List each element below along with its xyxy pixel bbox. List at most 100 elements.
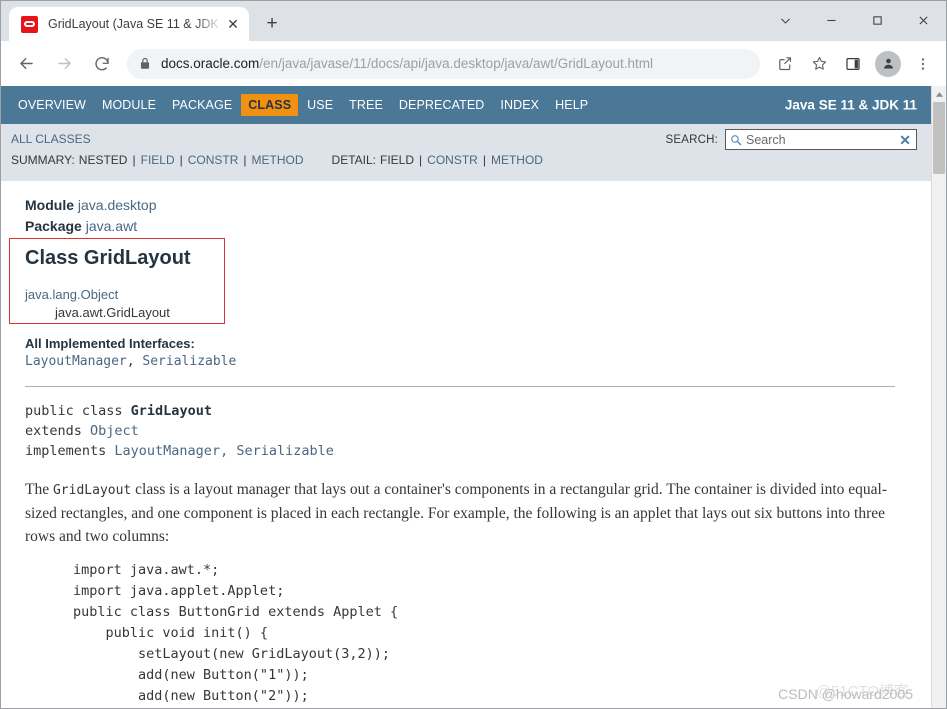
tab-close-icon[interactable]: ✕ [223, 14, 243, 34]
code-example: import java.awt.*; import java.applet.Ap… [73, 562, 399, 704]
javadoc-sub-navbar: ALL CLASSES SUMMARY: NESTED | FIELD | CO… [1, 124, 931, 181]
page-vertical-scrollbar[interactable] [931, 86, 946, 708]
reload-icon[interactable] [86, 48, 118, 80]
javadoc-top-navbar: OVERVIEW MODULE PACKAGE CLASS USE TREE D… [1, 86, 931, 124]
address-bar-url: docs.oracle.com/en/java/javase/11/docs/a… [161, 56, 653, 71]
module-link[interactable]: java.desktop [78, 197, 157, 213]
page-viewport: OVERVIEW MODULE PACKAGE CLASS USE TREE D… [1, 86, 946, 708]
new-tab-button[interactable]: + [258, 10, 286, 38]
share-icon[interactable] [770, 49, 800, 79]
detail-label: DETAIL: [331, 153, 377, 167]
description-part-2: class is a layout manager that lays out … [25, 481, 888, 545]
divider [25, 386, 895, 387]
avatar-icon[interactable] [875, 50, 901, 77]
search-input-placeholder: Search [746, 132, 786, 147]
signature-line-2: extends Object [25, 421, 909, 441]
summary-item-field[interactable]: FIELD [141, 153, 175, 167]
summary-item-nested: NESTED [78, 153, 128, 167]
search-input[interactable]: Search ✕ [725, 129, 917, 150]
implemented-interfaces-list: LayoutManager, Serializable [25, 354, 237, 369]
inheritance-level-2: java.awt.GridLayout [55, 305, 170, 320]
package-label: Package [25, 218, 82, 234]
back-arrow-icon[interactable] [10, 48, 42, 80]
summary-item-constr[interactable]: CONSTR [188, 153, 239, 167]
class-description: The GridLayout class is a layout manager… [25, 478, 905, 548]
star-icon[interactable] [804, 49, 834, 79]
browser-tab[interactable]: GridLayout (Java SE 11 & JDK 1 ✕ [9, 7, 249, 41]
nav-item-help[interactable]: HELP [548, 94, 595, 116]
tab-search-chevron-down-icon[interactable] [762, 1, 808, 39]
search-area: SEARCH: Search ✕ [665, 129, 917, 150]
module-line: Module java.desktop [25, 195, 909, 216]
url-host: docs.oracle.com [161, 56, 260, 71]
lock-icon [139, 57, 151, 70]
separator-5: | [482, 153, 486, 167]
detail-item-method[interactable]: METHOD [491, 153, 543, 167]
description-part-1: The [25, 481, 53, 498]
scrollbar-thumb[interactable] [933, 102, 945, 174]
signature-implements-kw: implements [25, 443, 115, 459]
summary-detail-row: SUMMARY: NESTED | FIELD | CONSTR | METHO… [11, 149, 931, 171]
maximize-icon[interactable] [854, 1, 900, 39]
separator-4: | [419, 153, 423, 167]
implemented-interfaces-block: All Implemented Interfaces: LayoutManage… [25, 336, 909, 369]
browser-tab-title: GridLayout (Java SE 11 & JDK 1 [48, 17, 223, 31]
search-label: SEARCH: [665, 133, 718, 146]
nav-item-use[interactable]: USE [300, 94, 340, 116]
close-icon[interactable] [900, 1, 946, 39]
nav-item-deprecated[interactable]: DEPRECATED [392, 94, 492, 116]
three-dot-menu-icon[interactable] [908, 49, 938, 79]
summary-label: SUMMARY: [11, 153, 75, 167]
javadoc-nav-list: OVERVIEW MODULE PACKAGE CLASS USE TREE D… [11, 94, 597, 116]
nav-item-index[interactable]: INDEX [493, 94, 546, 116]
separator-2: | [179, 153, 183, 167]
browser-tab-strip: GridLayout (Java SE 11 & JDK 1 ✕ + [1, 1, 946, 41]
implemented-interfaces-title: All Implemented Interfaces: [25, 336, 195, 351]
nav-item-overview[interactable]: OVERVIEW [11, 94, 93, 116]
inheritance-tree: java.lang.Object java.awt.GridLayout [25, 286, 909, 322]
separator-3: | [243, 153, 247, 167]
side-panel-icon[interactable] [838, 49, 868, 79]
nav-item-tree[interactable]: TREE [342, 94, 390, 116]
signature-line-1: public class GridLayout [25, 401, 909, 421]
signature-class-name: GridLayout [130, 403, 212, 419]
class-signature: public class GridLayout extends Object i… [25, 401, 909, 461]
description-code-gridlayout: GridLayout [52, 483, 132, 498]
nav-item-package[interactable]: PACKAGE [165, 94, 239, 116]
interface-layoutmanager[interactable]: LayoutManager [25, 354, 127, 369]
package-link[interactable]: java.awt [86, 218, 137, 234]
forward-arrow-icon[interactable] [48, 48, 80, 80]
nav-item-module[interactable]: MODULE [95, 94, 163, 116]
magnifier-icon [730, 134, 742, 146]
summary-item-method[interactable]: METHOD [252, 153, 304, 167]
javadoc-content: Module java.desktop Package java.awt Cla… [1, 181, 931, 708]
javadoc-brand-label: Java SE 11 & JDK 11 [784, 97, 917, 113]
module-label: Module [25, 197, 74, 213]
inheritance-level-1[interactable]: java.lang.Object [25, 286, 909, 304]
signature-superclass[interactable]: Object [90, 423, 139, 439]
page-title: Class GridLayout [25, 247, 191, 269]
all-classes-link[interactable]: ALL CLASSES [11, 132, 91, 146]
nav-item-class[interactable]: CLASS [241, 94, 299, 116]
separator-1: | [132, 153, 136, 167]
signature-line-3: implements LayoutManager, Serializable [25, 441, 909, 461]
class-title-block: Class GridLayout java.lang.Object java.a… [9, 238, 909, 324]
scroll-up-arrow-icon[interactable] [932, 87, 946, 101]
window-controls [762, 1, 946, 39]
detail-item-field: FIELD [380, 153, 415, 167]
javadoc-page: OVERVIEW MODULE PACKAGE CLASS USE TREE D… [1, 86, 931, 708]
summary-group: SUMMARY: NESTED | FIELD | CONSTR | METHO… [11, 153, 304, 167]
url-path: /en/java/javase/11/docs/api/java.desktop… [259, 56, 654, 71]
signature-interfaces[interactable]: LayoutManager, Serializable [114, 443, 333, 459]
search-clear-icon[interactable]: ✕ [899, 133, 912, 147]
package-line: Package java.awt [25, 216, 909, 237]
browser-toolbar: docs.oracle.com/en/java/javase/11/docs/a… [1, 41, 946, 86]
minimize-icon[interactable] [808, 1, 854, 39]
interface-serializable[interactable]: Serializable [142, 354, 236, 369]
detail-group: DETAIL: FIELD | CONSTR | METHOD [332, 153, 543, 167]
oracle-logo-icon [21, 15, 38, 33]
signature-modifier: public class [25, 403, 131, 419]
address-bar[interactable]: docs.oracle.com/en/java/javase/11/docs/a… [127, 48, 760, 79]
signature-extends-kw: extends [25, 423, 91, 439]
detail-item-constr[interactable]: CONSTR [427, 153, 478, 167]
